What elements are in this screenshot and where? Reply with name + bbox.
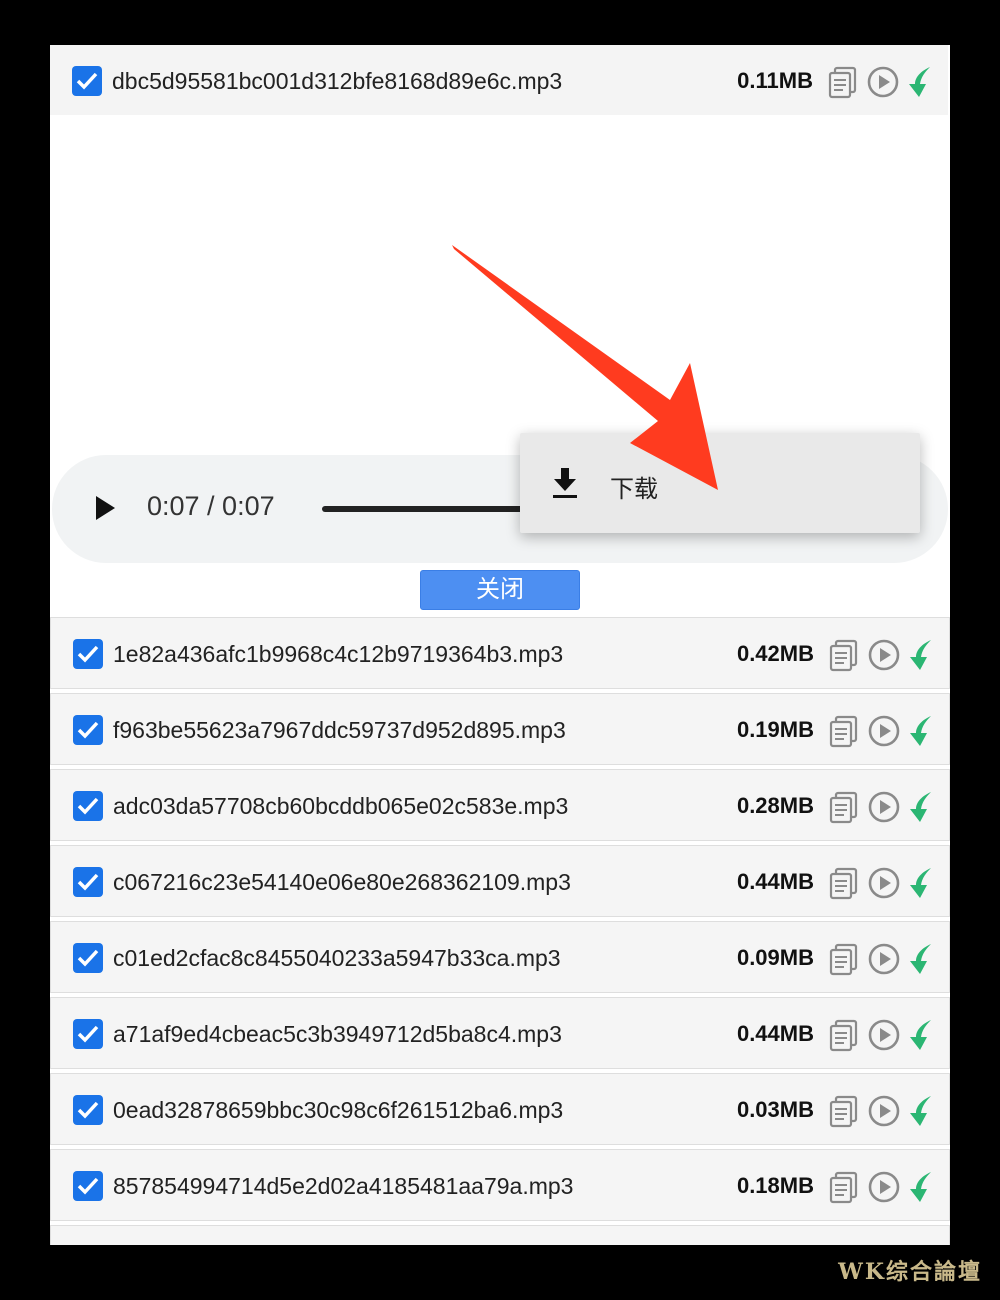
file-checkbox[interactable] [73, 1019, 103, 1049]
file-name: 857854994714d5e2d02a4185481aa79a.mp3 [113, 1173, 574, 1199]
download-icon [553, 468, 577, 498]
file-checkbox[interactable] [73, 639, 103, 669]
play-circle-icon[interactable] [867, 638, 901, 672]
file-name: c01ed2cfac8c8455040233a5947b33ca.mp3 [113, 945, 561, 971]
file-list-panel: dbc5d95581bc001d312bfe8168d89e6c.mp3 0.1… [50, 45, 950, 1245]
context-menu: 下载 [520, 433, 920, 533]
download-leaf-icon[interactable] [905, 942, 939, 976]
download-leaf-icon[interactable] [905, 1094, 939, 1128]
file-name: adc03da57708cb60bcddb065e02c583e.mp3 [113, 793, 569, 819]
watermark: WK综合論壇 [838, 1259, 982, 1285]
file-size: 0.03MB [736, 1097, 814, 1122]
file-row[interactable]: f963be55623a7967ddc59737d952d895.mp3 0.19… [50, 693, 950, 765]
copy-icon[interactable] [826, 65, 860, 99]
file-size: 0.11MB [737, 68, 813, 93]
download-leaf-icon[interactable] [905, 1170, 939, 1204]
file-checkbox[interactable] [73, 1171, 103, 1201]
download-leaf-icon[interactable] [904, 65, 938, 99]
play-circle-icon[interactable] [867, 1094, 901, 1128]
download-leaf-icon[interactable] [905, 638, 939, 672]
copy-icon[interactable] [827, 1094, 861, 1128]
file-size: 0.19MB [736, 717, 814, 742]
file-name: 0ead32878659bbc30c98c6f261512ba6.mp3 [113, 1097, 564, 1123]
download-leaf-icon[interactable] [905, 714, 939, 748]
context-menu-download[interactable]: 下载 [610, 469, 658, 504]
audio-progress-track[interactable] [322, 506, 532, 512]
file-checkbox[interactable] [73, 715, 103, 745]
file-row[interactable]: 1e82a436afc1b9968c4c12b9719364b3.mp3 0.42… [50, 617, 950, 689]
play-icon[interactable] [94, 495, 116, 521]
file-checkbox[interactable] [73, 1095, 103, 1125]
download-leaf-icon[interactable] [905, 866, 939, 900]
file-row[interactable]: 0ead32878659bbc30c98c6f261512ba6.mp3 0.03… [50, 1073, 950, 1145]
file-row[interactable]: 857854994714d5e2d02a4185481aa79a.mp3 0.18… [50, 1149, 950, 1221]
play-circle-icon[interactable] [867, 1018, 901, 1052]
file-size: 0.09MB [736, 945, 814, 970]
play-circle-icon[interactable] [867, 866, 901, 900]
file-size: 0.44MB [736, 1021, 814, 1046]
copy-icon[interactable] [827, 942, 861, 976]
download-leaf-icon[interactable] [905, 1018, 939, 1052]
play-circle-icon[interactable] [866, 65, 900, 99]
file-name: c067216c23e54140e06e80e268362109.mp3 [113, 869, 571, 895]
file-row[interactable]: a71af9ed4cbeac5c3b3949712d5ba8c4.mp3 0.44… [50, 997, 950, 1069]
file-row[interactable]: c067216c23e54140e06e80e268362109.mp3 0.44… [50, 845, 950, 917]
file-checkbox[interactable] [73, 791, 103, 821]
file-checkbox[interactable] [72, 66, 102, 96]
file-size: 0.28MB [736, 793, 814, 818]
file-name: 1e82a436afc1b9968c4c12b9719364b3.mp3 [113, 641, 564, 667]
play-circle-icon[interactable] [867, 942, 901, 976]
copy-icon[interactable] [827, 638, 861, 672]
copy-icon[interactable] [827, 790, 861, 824]
close-button[interactable]: 关闭 [420, 570, 580, 610]
copy-icon[interactable] [827, 714, 861, 748]
copy-icon[interactable] [827, 866, 861, 900]
file-row-partial [50, 1225, 950, 1245]
play-circle-icon[interactable] [867, 714, 901, 748]
file-row[interactable]: adc03da57708cb60bcddb065e02c583e.mp3 0.28… [50, 769, 950, 841]
file-size: 0.42MB [736, 641, 814, 666]
play-circle-icon[interactable] [867, 790, 901, 824]
file-row[interactable]: c01ed2cfac8c8455040233a5947b33ca.mp3 0.09… [50, 921, 950, 993]
copy-icon[interactable] [827, 1018, 861, 1052]
file-row[interactable]: dbc5d95581bc001d312bfe8168d89e6c.mp3 0.1… [50, 45, 948, 115]
audio-preview-area: 0:07 / 0:07 下载 关闭 [50, 115, 948, 615]
audio-time: 0:07 / 0:07 [147, 491, 275, 521]
download-leaf-icon[interactable] [905, 790, 939, 824]
file-size: 0.44MB [736, 869, 814, 894]
file-size: 0.18MB [736, 1173, 814, 1198]
file-name: f963be55623a7967ddc59737d952d895.mp3 [113, 717, 566, 743]
play-circle-icon[interactable] [867, 1170, 901, 1204]
copy-icon[interactable] [827, 1170, 861, 1204]
file-name: a71af9ed4cbeac5c3b3949712d5ba8c4.mp3 [113, 1021, 562, 1047]
file-checkbox[interactable] [73, 943, 103, 973]
file-name: dbc5d95581bc001d312bfe8168d89e6c.mp3 [112, 68, 563, 94]
file-checkbox[interactable] [73, 867, 103, 897]
